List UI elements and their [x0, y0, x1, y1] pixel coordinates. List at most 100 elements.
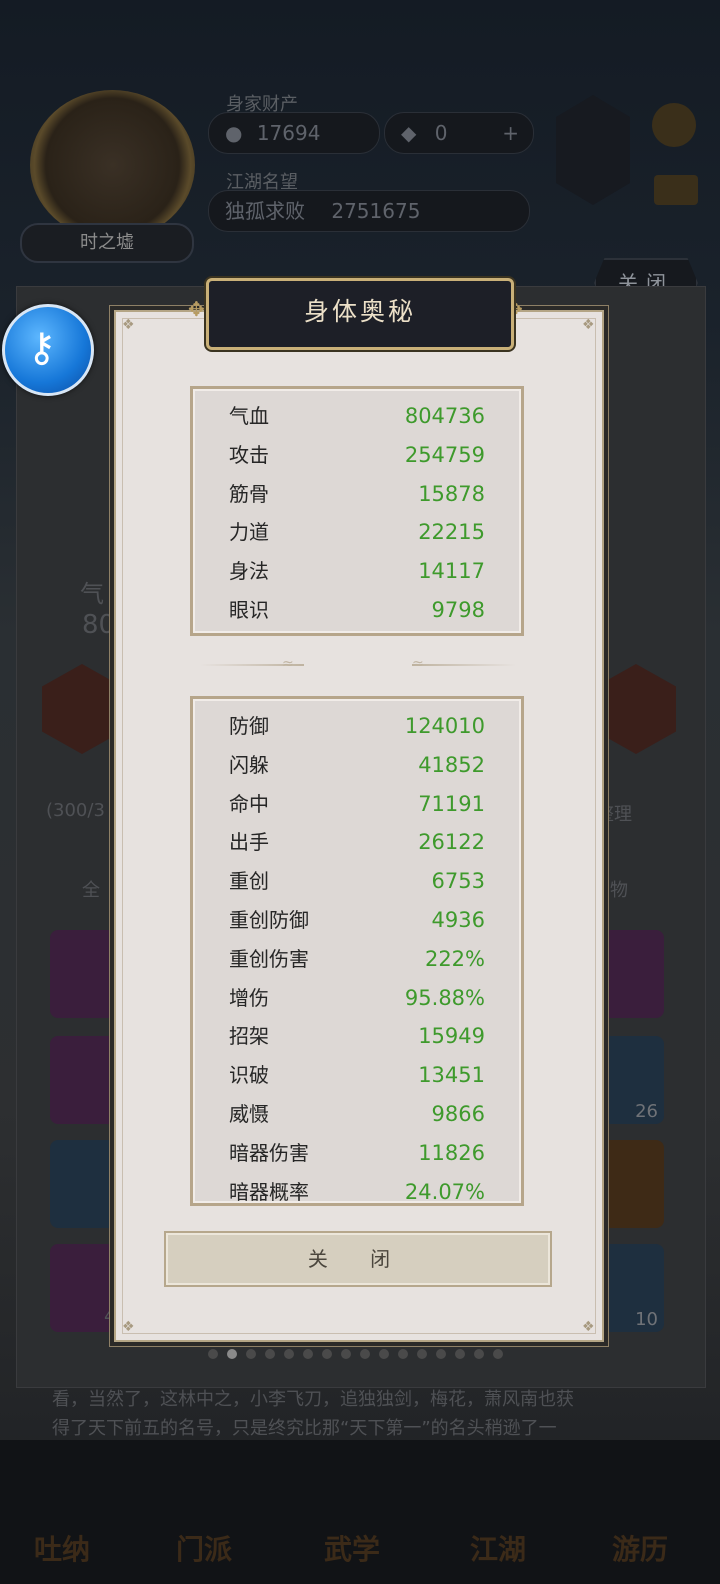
stat-name: 威慑	[229, 1102, 269, 1126]
nav-martial-arts[interactable]: 武学	[324, 1528, 380, 1568]
player-name: 时之墟	[20, 223, 194, 263]
stat-value: 95.88%	[404, 985, 485, 1010]
stat-value: 11826	[418, 1140, 485, 1165]
page-dot	[303, 1349, 313, 1359]
bg-slot-count: 26	[635, 1101, 658, 1122]
nav-breathing[interactable]: 吐纳	[34, 1528, 90, 1568]
stat-name: 防御	[229, 714, 269, 738]
stat-value: 15878	[418, 481, 485, 506]
stat-value: 71191	[418, 791, 485, 816]
bg-slot-count: 10	[635, 1309, 658, 1330]
bg-filter-left[interactable]: 全	[82, 876, 100, 902]
stat-name: 暗器概率	[229, 1179, 309, 1204]
page-dot	[227, 1349, 237, 1359]
stat-value: 26122	[418, 830, 485, 855]
close-dialog-button[interactable]: 关 闭	[164, 1231, 552, 1287]
stat-row: 重创 6753	[229, 862, 485, 901]
stat-row: 识破 13451	[229, 1056, 485, 1095]
page-dot	[474, 1349, 484, 1359]
page-dot	[417, 1349, 427, 1359]
page-dot	[493, 1349, 503, 1359]
gem-counter: ◆ 0 +	[384, 112, 534, 154]
gem-icon: ◆	[401, 121, 417, 145]
page-dot	[322, 1349, 332, 1359]
bg-item-slot	[598, 930, 664, 1018]
page-dot	[398, 1349, 408, 1359]
stat-row: 暗器伤害 11826	[229, 1134, 485, 1173]
stat-row: 气血 804736	[229, 397, 485, 436]
stat-name: 力道	[229, 520, 269, 545]
stat-row: 身法 14117	[229, 552, 485, 591]
player-title: 独孤求败	[225, 199, 305, 223]
page-dot	[265, 1349, 275, 1359]
dialog-title-plate: 身体奥秘	[206, 278, 514, 350]
stat-value: 6753	[431, 869, 485, 894]
bg-item-slot	[50, 930, 116, 1018]
stat-name: 重创	[229, 869, 269, 894]
stat-value: 222%	[424, 946, 485, 971]
floating-key-button[interactable]: ⚷	[2, 304, 94, 396]
bg-filter-right[interactable]: 物	[610, 876, 628, 902]
key-icon: ⚷	[27, 325, 57, 371]
yin-yang-badge[interactable]	[556, 95, 630, 205]
secondary-stats-panel[interactable]: 防御 124010 闪躲 41852 命中 71191 出手 26122 重创 6753 重创防御 4…	[190, 696, 524, 1206]
stat-row: 力道 22215	[229, 513, 485, 552]
stat-value: 254759	[404, 442, 485, 467]
stat-name: 招架	[229, 1024, 269, 1049]
stat-row: 暗器概率 24.07%	[229, 1173, 485, 1204]
page-dot	[284, 1349, 294, 1359]
bg-stat-peek-value: 80	[82, 610, 116, 640]
add-gem-button[interactable]: +	[502, 113, 519, 153]
stat-row: 增伤 95.88%	[229, 979, 485, 1018]
player-avatar	[30, 90, 195, 240]
bg-bag-count: (300/3	[46, 800, 105, 821]
page-dot	[208, 1349, 218, 1359]
bg-item-slot	[598, 1140, 664, 1228]
gold-value: 17694	[256, 121, 321, 145]
corner-ornament-icon: ❖	[582, 1319, 595, 1335]
corner-ornament-icon: ❖	[122, 317, 135, 333]
bg-item-slot: 26	[598, 1036, 664, 1124]
stat-value: 9866	[431, 1102, 485, 1126]
page-dot	[455, 1349, 465, 1359]
nav-sect[interactable]: 门派	[176, 1528, 232, 1568]
mail-icon[interactable]	[654, 175, 698, 205]
stat-name: 筋骨	[229, 481, 269, 506]
bg-item-slot	[50, 1140, 116, 1228]
nav-jianghu[interactable]: 江湖	[470, 1528, 526, 1568]
stat-row: 重创防御 4936	[229, 901, 485, 940]
stat-name: 增伤	[229, 985, 269, 1010]
fame-value: 2751675	[331, 199, 421, 223]
page-dot	[246, 1349, 256, 1359]
stat-row: 攻击 254759	[229, 436, 485, 475]
stat-value: 804736	[404, 404, 485, 428]
stat-value: 41852	[418, 752, 485, 777]
bg-story-text: 得了天下前五的名号，只是终究比那“天下第一”的名头稍逊了一	[52, 1418, 557, 1439]
gold-counter: ● 17694	[208, 112, 380, 154]
title-ornament-left-icon: ✥	[188, 297, 205, 321]
stat-name: 出手	[229, 830, 269, 855]
stat-name: 暗器伤害	[229, 1140, 309, 1165]
settings-gear-icon[interactable]	[652, 103, 696, 147]
stat-name: 识破	[229, 1063, 269, 1088]
stat-row: 出手 26122	[229, 823, 485, 862]
stat-name: 气血	[229, 404, 269, 428]
stat-name: 攻击	[229, 442, 269, 467]
corner-ornament-icon: ❖	[122, 1319, 135, 1335]
stat-value: 15949	[418, 1024, 485, 1049]
stat-row: 威慑 9866	[229, 1095, 485, 1134]
stat-value: 4936	[431, 908, 485, 932]
bg-item-slot	[50, 1036, 116, 1124]
dialog-title: 身体奥秘	[303, 297, 416, 326]
fame-counter: 独孤求败 2751675	[208, 190, 530, 232]
nav-travel[interactable]: 游历	[612, 1528, 668, 1568]
stat-row: 筋骨 15878	[229, 475, 485, 514]
stat-row: 闪躲 41852	[229, 746, 485, 785]
divider-right	[412, 664, 516, 666]
stat-value: 124010	[404, 714, 485, 738]
stat-row: 眼识 9798	[229, 591, 485, 630]
stat-name: 重创伤害	[229, 946, 309, 971]
stat-name: 闪躲	[229, 752, 269, 777]
corner-ornament-icon: ❖	[582, 317, 595, 333]
stat-row: 重创伤害 222%	[229, 940, 485, 979]
